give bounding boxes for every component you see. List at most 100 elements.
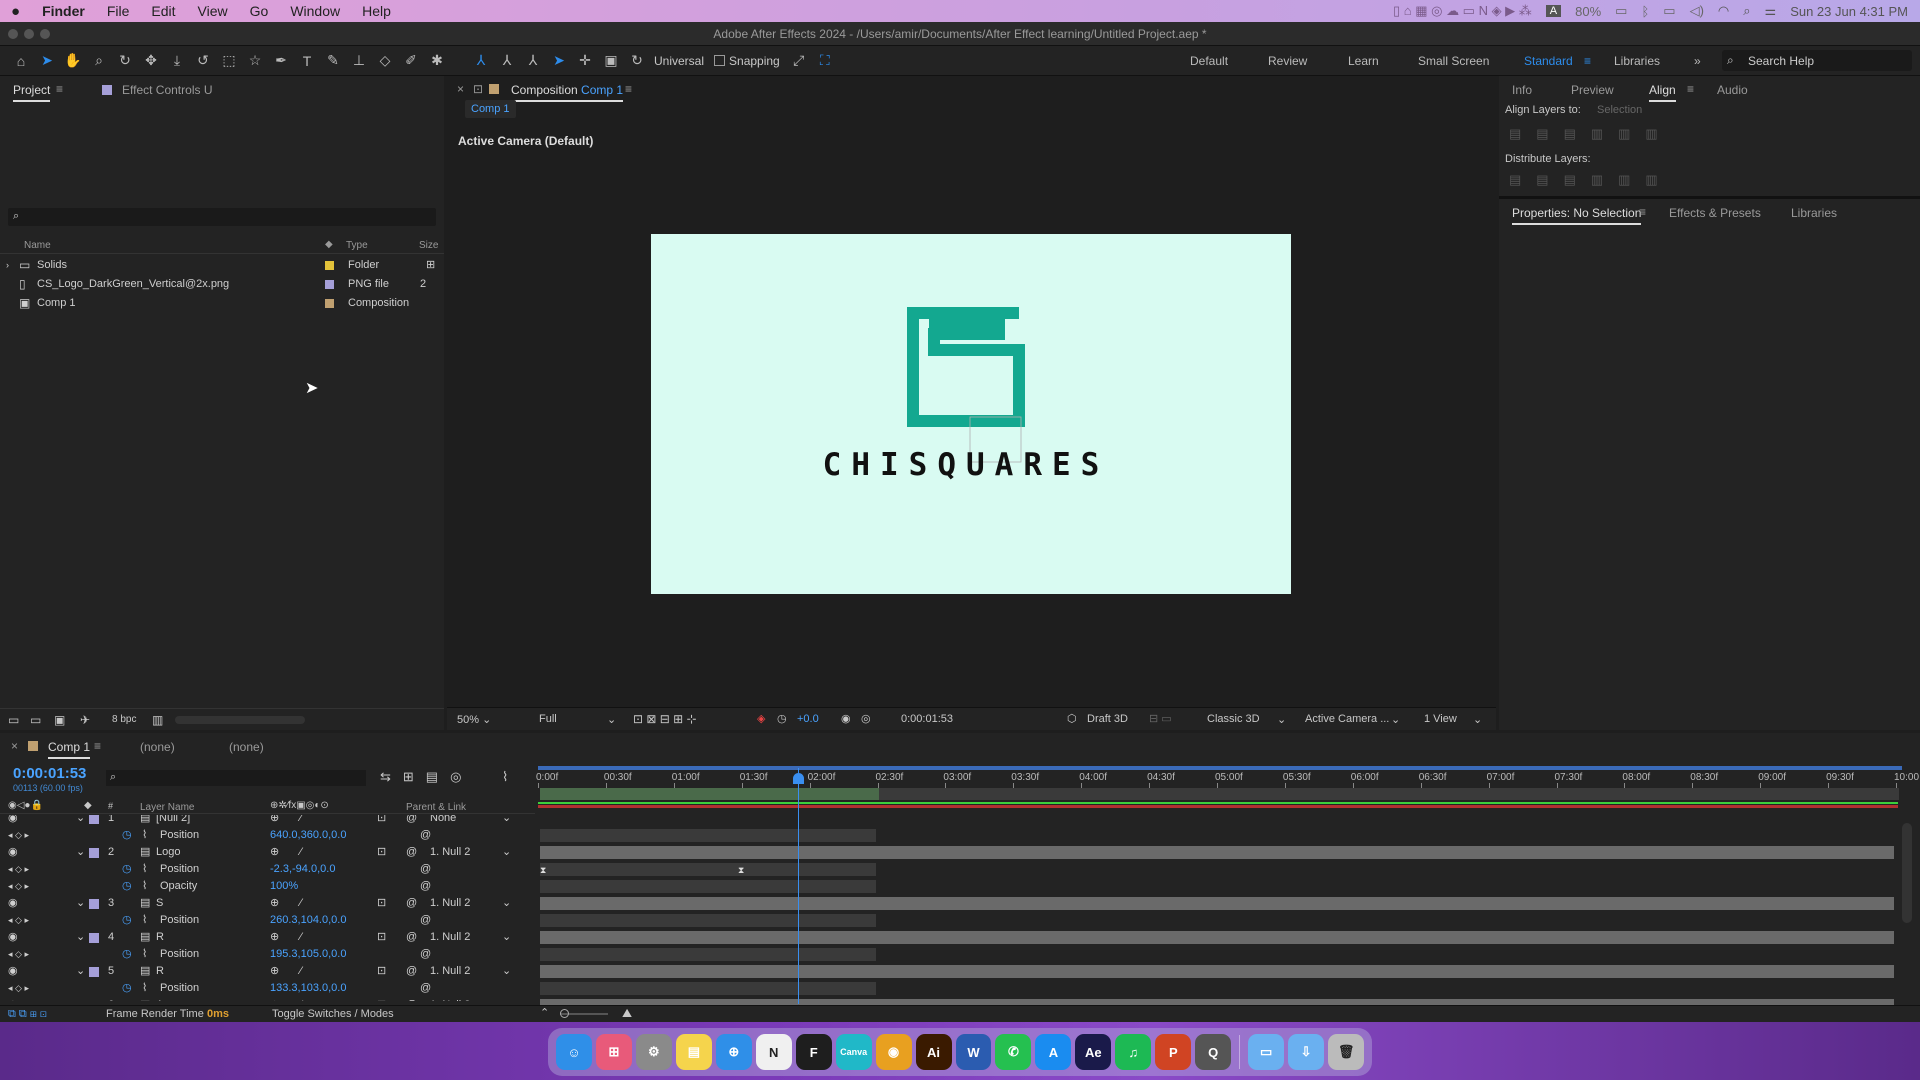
- type-tool-icon[interactable]: T: [296, 50, 318, 72]
- brush-tool-icon[interactable]: ✎: [322, 50, 344, 72]
- 3d-layer-icon[interactable]: ⊡: [377, 815, 386, 827]
- keyframe-nav-icon[interactable]: ◂ ◇ ▸: [8, 861, 29, 878]
- flowchart-icon[interactable]: ⊞: [426, 256, 435, 275]
- dock-finder-icon[interactable]: ☺: [556, 1034, 592, 1070]
- input-source-icon[interactable]: A: [1545, 5, 1562, 17]
- layer-row[interactable]: ◉ ⌄ 4 ▤ R ⊕ ⁄ ⊡ @1. Null 2 ⌄: [0, 929, 535, 946]
- parent-dropdown[interactable]: None: [430, 815, 456, 827]
- time-ruler[interactable]: 0:00f 00:30f 01:00f 01:30f 02:00f 02:30f 03:00…: [536, 772, 1919, 788]
- region-of-interest-icon[interactable]: ⊡ ⊠ ⊟ ⊞ ⊹: [633, 712, 697, 726]
- draft-3d-icon[interactable]: ⬡: [1067, 712, 1077, 725]
- expression-pickwhip-icon[interactable]: @: [420, 878, 431, 895]
- menu-edit[interactable]: Edit: [140, 3, 186, 19]
- chevron-down-icon[interactable]: ⌄: [76, 895, 85, 912]
- move-3d-icon[interactable]: ✛: [574, 50, 596, 72]
- dock-spotify-icon[interactable]: ♫: [1115, 1034, 1152, 1070]
- tab-preview[interactable]: Preview: [1571, 83, 1614, 97]
- chevron-down-icon[interactable]: ⌄: [502, 929, 511, 946]
- parent-dropdown[interactable]: 1. Null 2: [430, 844, 470, 861]
- pick-whip-icon[interactable]: @: [406, 844, 417, 861]
- layer-row[interactable]: ◉ ⌄ 2 ▤ Logo ⊕ ⁄ ⊡ @1. Null 2 ⌄: [0, 844, 535, 861]
- views-dropdown[interactable]: 1 View: [1424, 713, 1457, 725]
- keyframe-nav-icon[interactable]: ◂ ◇ ▸: [8, 878, 29, 895]
- exposure-reset-icon[interactable]: ◷: [777, 712, 787, 725]
- workspace-small-screen[interactable]: Small Screen: [1418, 46, 1489, 76]
- keyframe-nav-icon[interactable]: ◂ ◇ ▸: [8, 912, 29, 929]
- exposure-value[interactable]: +0.0: [797, 713, 819, 725]
- stopwatch-icon[interactable]: ◷: [122, 878, 132, 895]
- chevron-down-icon[interactable]: ⌄: [502, 844, 511, 861]
- dock-safari-icon[interactable]: ⊕: [715, 1034, 752, 1070]
- snap-target-icon[interactable]: ⛶: [814, 50, 836, 72]
- comp-subtab[interactable]: Comp 1: [465, 100, 516, 118]
- zoom-dropdown[interactable]: 50% ⌄: [457, 713, 491, 726]
- property-row[interactable]: ◂ ◇ ▸ ◷ ⌇ Position 260.3,104.0,0.0 @: [0, 912, 535, 929]
- selection-3d-icon[interactable]: ➤: [548, 50, 570, 72]
- chevron-down-icon[interactable]: ⌄: [76, 929, 85, 946]
- chevron-down-icon[interactable]: ⌄: [76, 963, 85, 980]
- shy-switch-icon[interactable]: ⊕: [270, 844, 279, 861]
- label-color-swatch[interactable]: [325, 280, 334, 289]
- current-time-indicator[interactable]: [798, 768, 799, 1004]
- expression-pickwhip-icon[interactable]: @: [420, 980, 431, 997]
- project-search-input[interactable]: ⌕: [8, 208, 436, 226]
- parent-dropdown[interactable]: 1. Null 2: [430, 997, 470, 1001]
- shy-switch-icon[interactable]: ⊕: [270, 895, 279, 912]
- stopwatch-icon[interactable]: ◷: [122, 946, 132, 963]
- align-menu-icon[interactable]: ≡: [1687, 82, 1694, 96]
- property-row[interactable]: ◂ ◇ ▸ ◷ ⌇ Position -2.3,-94.0,0.0 @: [0, 861, 535, 878]
- parent-dropdown[interactable]: 1. Null 2: [430, 929, 470, 946]
- quality-switch-icon[interactable]: ⁄: [300, 929, 302, 946]
- parent-dropdown[interactable]: 1. Null 2: [430, 963, 470, 980]
- tab-timeline-comp[interactable]: Comp 1: [48, 740, 91, 759]
- renderer-dropdown[interactable]: Classic 3D: [1207, 713, 1260, 725]
- dock-downloads-icon[interactable]: ⇩: [1288, 1034, 1325, 1070]
- graph-icon[interactable]: ⌇: [142, 861, 147, 878]
- tab-effect-controls[interactable]: Effect Controls U: [122, 83, 212, 97]
- battery-percent[interactable]: 80%: [1575, 4, 1601, 19]
- stopwatch-icon[interactable]: ◷: [122, 861, 132, 878]
- draft-3d-label[interactable]: Draft 3D: [1087, 713, 1128, 725]
- project-menu-icon[interactable]: ≡: [56, 82, 63, 96]
- menu-window[interactable]: Window: [279, 3, 351, 19]
- property-value[interactable]: -2.3,-94.0,0.0: [270, 861, 335, 878]
- tab-properties[interactable]: Properties: No Selection: [1512, 206, 1642, 225]
- menu-help[interactable]: Help: [351, 3, 402, 19]
- properties-menu-icon[interactable]: ≡: [1639, 205, 1646, 219]
- stopwatch-icon[interactable]: ◷: [122, 827, 132, 844]
- property-value[interactable]: 100%: [270, 878, 298, 895]
- snapping-checkbox[interactable]: [714, 55, 726, 66]
- pan-behind-tool-icon[interactable]: ⬚: [218, 50, 240, 72]
- keyframe-icon[interactable]: ⧗: [738, 866, 744, 875]
- work-area-bar[interactable]: [538, 766, 1902, 770]
- layer-row[interactable]: ◉ ⌄ 5 ▤ R ⊕ ⁄ ⊡ @1. Null 2 ⌄: [0, 963, 535, 980]
- roto-brush-tool-icon[interactable]: ✐: [400, 50, 422, 72]
- chevron-down-icon[interactable]: ⌄: [1473, 713, 1482, 726]
- property-row[interactable]: ◂ ◇ ▸ ◷ ⌇ Opacity 100% @: [0, 878, 535, 895]
- dock-figma-icon[interactable]: F: [795, 1034, 832, 1070]
- layer-row[interactable]: ◉ ⌄ 1 ▤ [Null 2] ⊕ ⁄ ⊡ @ None ⌄: [0, 815, 535, 827]
- workspace-default[interactable]: Default: [1190, 46, 1228, 76]
- menu-file[interactable]: File: [96, 3, 141, 19]
- expression-pickwhip-icon[interactable]: @: [420, 827, 431, 844]
- layer-label-color[interactable]: [89, 848, 99, 858]
- hand-tool-icon[interactable]: ✋: [62, 50, 84, 72]
- tab-none-2[interactable]: (none): [229, 740, 264, 754]
- dock-notes-icon[interactable]: ▤: [675, 1034, 712, 1070]
- close-window-icon[interactable]: [8, 29, 18, 39]
- tab-audio[interactable]: Audio: [1717, 83, 1748, 97]
- menu-app-name[interactable]: Finder: [31, 3, 96, 19]
- keyframe-icon[interactable]: ⧗: [540, 866, 546, 875]
- layer-name[interactable]: A: [156, 997, 163, 1001]
- comp-timecode[interactable]: 0:00:01:53: [901, 713, 953, 725]
- col-name[interactable]: Name: [24, 240, 51, 251]
- show-snapshot-icon[interactable]: ◎: [861, 712, 871, 725]
- clone-stamp-tool-icon[interactable]: ⊥: [348, 50, 370, 72]
- scale-3d-icon[interactable]: ▣: [600, 50, 622, 72]
- comp-canvas[interactable]: CHISQUARES: [651, 234, 1291, 594]
- bpc-label[interactable]: 8 bpc: [112, 714, 136, 725]
- zoom-slider-handle[interactable]: [560, 1009, 569, 1018]
- chevron-down-icon[interactable]: ⌄: [1277, 713, 1286, 726]
- visibility-eye-icon[interactable]: ◉: [8, 963, 18, 980]
- keyframe-nav-icon[interactable]: ◂ ◇ ▸: [8, 827, 29, 844]
